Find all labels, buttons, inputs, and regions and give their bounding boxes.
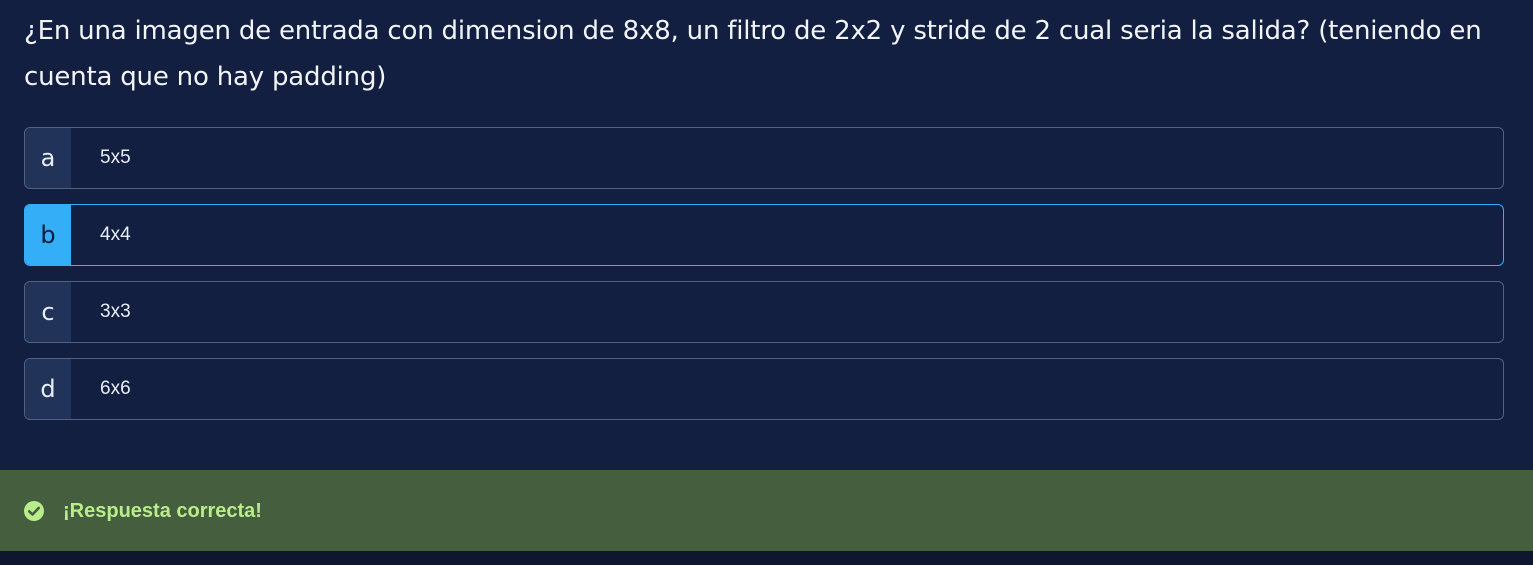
option-letter: b [25,205,71,265]
question-text: ¿En una imagen de entrada con dimension … [24,16,1482,92]
feedback-banner: ¡Respuesta correcta! [0,470,1533,551]
question-panel: ¿En una imagen de entrada con dimension … [0,0,1533,470]
option-d[interactable]: d 6x6 [24,358,1504,420]
option-label: 4x4 [100,224,131,245]
feedback-text: ¡Respuesta correcta! [63,500,262,522]
option-c[interactable]: c 3x3 [24,281,1504,343]
check-circle-icon [24,500,44,521]
option-letter: d [25,359,71,419]
option-b[interactable]: b 4x4 [24,204,1504,266]
option-letter: c [25,282,71,342]
answer-options: a 5x5 b 4x4 c 3x3 d 6x6 [24,127,1504,435]
option-label: 5x5 [100,147,131,168]
option-letter: a [25,128,71,188]
option-label: 3x3 [100,301,131,322]
option-label: 6x6 [100,378,131,399]
option-a[interactable]: a 5x5 [24,127,1504,189]
